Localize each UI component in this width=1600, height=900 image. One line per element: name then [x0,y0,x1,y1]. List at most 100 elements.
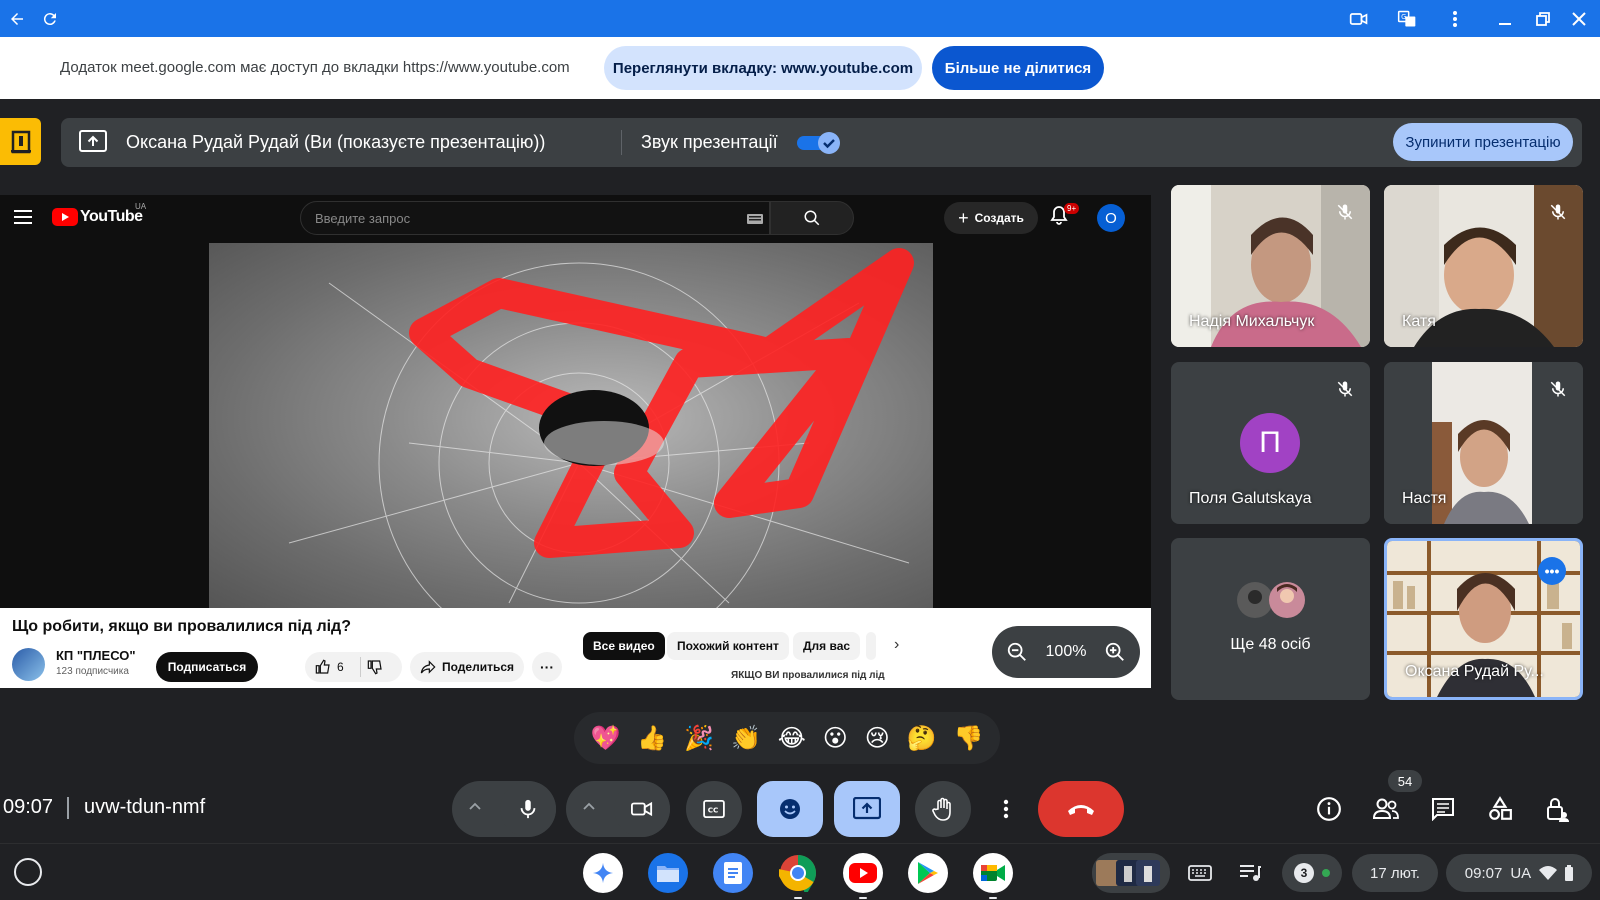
presentation-sound-toggle[interactable] [797,131,841,155]
microphone-control [452,781,556,837]
keyboard-icon[interactable] [747,214,763,224]
date-tray[interactable]: 17 лют. [1352,854,1438,892]
activities-panel-icon[interactable] [0,118,41,165]
chevron-up-icon[interactable] [468,800,482,814]
participant-tile[interactable]: Настя [1384,362,1583,524]
subscribe-button[interactable]: Подписаться [156,652,258,682]
hamburger-menu-icon[interactable] [14,209,32,225]
channel-avatar[interactable] [12,648,45,681]
youtube-logo-icon[interactable] [52,208,78,226]
like-button[interactable]: 6 [305,652,402,682]
meet-app-icon[interactable] [973,853,1013,899]
status-tray[interactable]: 09:07 UA [1446,854,1592,892]
media-controls-icon[interactable] [1230,853,1270,893]
reaction-thumbs-up-icon[interactable]: 👍 [637,724,667,753]
reaction-thinking-icon[interactable]: 🤔 [907,724,937,753]
reaction-thumbs-down-icon[interactable]: 👎 [954,724,984,753]
chip-for-you[interactable]: Для вас [793,632,861,660]
mic-off-icon [1336,380,1354,398]
reaction-laugh-icon[interactable]: 😂 [778,724,806,753]
youtube-search-input[interactable]: Введите запрос [315,211,410,226]
create-label: Создать [974,211,1024,225]
thumbs-down-icon[interactable] [367,659,383,675]
video-title[interactable]: Що робити, якщо ви провалилися під лід? [12,618,351,636]
stop-presentation-button[interactable]: Зупинити презентацію [1393,123,1573,161]
menu-dots-icon[interactable] [1444,8,1466,30]
restore-icon[interactable] [1532,8,1554,30]
raise-hand-button[interactable] [915,781,971,837]
more-options-button[interactable] [986,781,1026,837]
tile-options-icon[interactable]: ••• [1538,557,1566,585]
holding-space-icon[interactable] [1092,853,1170,893]
minimize-icon[interactable] [1494,8,1516,30]
more-actions-button[interactable]: ··· [532,652,562,682]
stop-sharing-button[interactable]: Більше не ділитися [932,46,1104,90]
files-app-icon[interactable] [648,853,688,893]
camera-indicator-icon[interactable] [1348,8,1370,30]
translate-icon[interactable]: G [1396,8,1418,30]
leave-call-button[interactable] [1038,781,1124,837]
notification-pill[interactable]: 3 [1282,854,1342,892]
chip-truncated[interactable] [866,632,876,660]
reload-icon[interactable] [39,8,61,30]
youtube-app-icon[interactable] [843,853,883,899]
youtube-search-button[interactable] [770,201,854,235]
reaction-surprised-icon[interactable]: 😮 [823,724,848,753]
youtube-video-player[interactable] [209,243,933,608]
next-video-item[interactable]: ЯКЩО ВИ провалилися під лід [583,670,913,688]
people-button[interactable] [1368,791,1404,827]
chip-similar[interactable]: Похожий контент [667,632,789,660]
play-store-app-icon[interactable] [908,853,948,893]
reaction-clap-icon[interactable]: 👏 [731,724,761,753]
captions-button[interactable]: CC [686,781,742,837]
reaction-heart-icon[interactable]: 💖 [590,724,620,753]
chevron-up-icon[interactable] [582,800,596,814]
reaction-party-icon[interactable]: 🎉 [684,724,714,753]
host-controls-button[interactable] [1539,791,1575,827]
more-vert-icon [1003,799,1009,819]
activities-button[interactable] [1482,791,1518,827]
launcher-icon[interactable] [14,858,42,886]
youtube-account-avatar[interactable]: О [1097,204,1125,232]
gemini-app-icon[interactable] [583,853,623,893]
youtube-logo-text: YouTube [80,208,143,225]
battery-icon [1565,865,1574,881]
youtube-create-button[interactable]: + Создать [944,202,1038,234]
meeting-details-button[interactable] [1311,791,1347,827]
more-participants-tile[interactable]: Ще 48 осіб [1171,538,1370,700]
back-arrow-icon[interactable] [6,8,28,30]
presentation-sound-label: Звук презентації [641,132,778,152]
wifi-icon [1539,866,1558,880]
share-button[interactable]: Поделиться [410,652,524,682]
self-participant-tile[interactable]: ••• Оксана Рудай Ру... [1384,538,1583,700]
close-icon[interactable] [1568,8,1590,30]
participant-tile[interactable]: Надія Михальчук [1171,185,1370,347]
chrome-app-icon[interactable] [778,853,818,899]
youtube-region: UA [135,202,147,211]
chip-all-videos[interactable]: Все видео [583,632,665,660]
mic-off-icon [1336,203,1354,221]
people-icon [1372,798,1399,819]
mic-off-icon [1549,203,1567,221]
zoom-in-icon[interactable] [1104,641,1126,663]
svg-text:G: G [1401,13,1406,21]
reaction-sad-icon[interactable]: 😢 [865,724,890,753]
view-tab-button[interactable]: Переглянути вкладку: www.youtube.com [604,46,922,90]
participant-tile[interactable]: П Поля Galutskaya [1171,362,1370,524]
microphone-button[interactable] [500,781,556,837]
more-participants-label: Ще 48 осіб [1230,636,1311,653]
plus-icon: + [958,207,969,228]
search-icon [804,210,820,226]
present-now-button[interactable] [834,781,900,837]
camera-button[interactable] [614,781,670,837]
chevron-right-icon[interactable]: › [894,636,899,654]
virtual-keyboard-icon[interactable] [1180,853,1220,893]
zoom-out-icon[interactable] [1006,641,1028,663]
docs-app-icon[interactable] [713,853,753,893]
chat-button[interactable] [1425,791,1461,827]
youtube-search-box[interactable]: Введите запрос [300,201,770,235]
shared-youtube-tab: YouTube UA Введите запрос + Создать 9+ О [0,195,1151,688]
reactions-button[interactable] [757,781,823,837]
participant-tile[interactable]: Катя [1384,185,1583,347]
channel-name[interactable]: КП "ПЛЕСО" [56,648,136,663]
